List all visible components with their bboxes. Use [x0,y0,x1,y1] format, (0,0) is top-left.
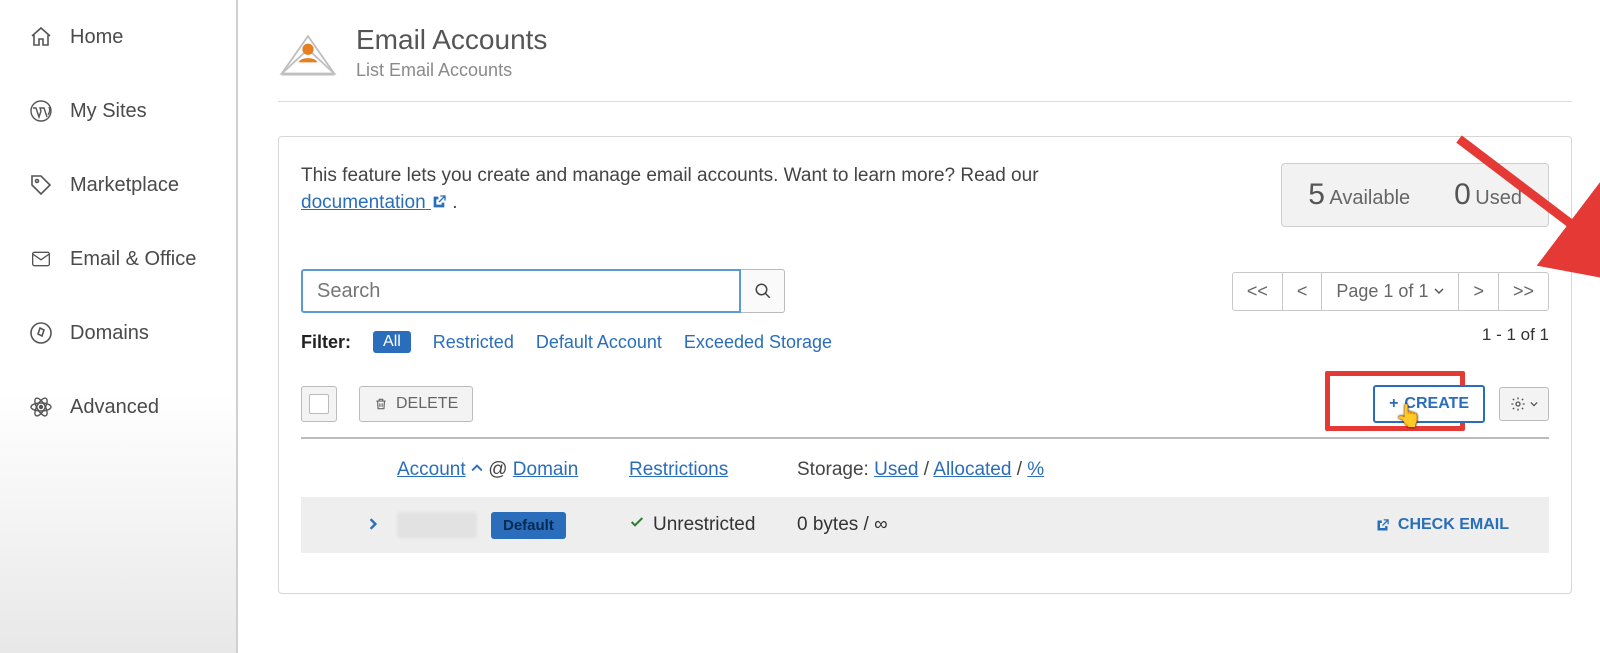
home-icon [28,24,54,50]
sort-used[interactable]: Used [874,459,918,480]
settings-button[interactable] [1499,387,1549,421]
filter-row: Filter: All Restricted Default Account E… [301,331,1549,353]
default-badge: Default [491,512,566,539]
filter-label: Filter: [301,332,351,353]
documentation-link[interactable]: documentation [301,192,447,213]
sidebar-item-label: Home [70,26,123,49]
sidebar-item-label: My Sites [70,100,147,123]
caret-down-icon [1434,286,1444,296]
page-header: Email Accounts List Email Accounts [278,24,1572,102]
select-all-checkbox[interactable] [301,386,337,422]
email-accounts-icon [278,28,338,78]
search-button[interactable] [741,269,785,313]
table-row: Default Unrestricted 0 bytes / ∞ CHECK E… [301,497,1549,553]
sort-percent[interactable]: % [1027,459,1044,480]
main-content: Email Accounts List Email Accounts This … [238,0,1600,653]
page-indicator[interactable]: Page 1 of 1 [1321,272,1459,311]
sidebar-item-label: Marketplace [70,174,179,197]
filter-default[interactable]: Default Account [536,332,662,353]
create-button[interactable]: + CREATE 👆 [1373,385,1485,423]
page-next-button[interactable]: > [1458,272,1499,311]
check-icon [629,514,645,536]
sidebar-item-advanced[interactable]: Advanced [0,370,236,444]
page-prev-button[interactable]: < [1282,272,1323,311]
page-first-button[interactable]: << [1232,272,1283,311]
tag-icon [28,172,54,198]
result-range: 1 - 1 of 1 [1482,325,1549,345]
sidebar-item-marketplace[interactable]: Marketplace [0,148,236,222]
expand-row-button[interactable] [367,514,397,536]
account-name-redacted [397,512,477,538]
envelope-icon [28,246,54,272]
sort-domain[interactable]: Domain [513,459,578,480]
filter-all[interactable]: All [373,331,411,353]
sidebar-item-domains[interactable]: Domains [0,296,236,370]
account-counts: 5 Available 0 Used [1281,163,1549,227]
page-subtitle: List Email Accounts [356,60,547,81]
search-input[interactable] [301,269,741,313]
sidebar-item-label: Email & Office [70,248,196,271]
table-header: Account @ Domain Restrictions Storage: U… [301,439,1549,497]
sidebar-item-email-office[interactable]: Email & Office [0,222,236,296]
delete-button[interactable]: DELETE [359,386,473,422]
external-link-icon [431,194,447,210]
intro-text: This feature lets you create and manage … [301,163,1121,216]
atom-icon [28,394,54,420]
caret-down-icon [1530,400,1538,408]
sidebar: Home My Sites Marketplace Email & Office… [0,0,238,653]
sort-restrictions[interactable]: Restrictions [629,459,728,480]
page-title: Email Accounts [356,24,547,56]
used-count: 0 [1454,178,1471,211]
external-link-icon [1375,518,1390,533]
trash-icon [374,397,388,411]
compass-icon [28,320,54,346]
restriction-value: Unrestricted [653,514,755,536]
pagination: << < Page 1 of 1 > >> [1233,272,1549,311]
sidebar-item-label: Advanced [70,396,159,419]
sidebar-item-label: Domains [70,322,149,345]
plus-icon: + [1389,395,1398,413]
check-email-link[interactable]: CHECK EMAIL [1375,516,1509,534]
available-count: 5 [1308,178,1325,211]
search-group [301,269,785,313]
email-accounts-panel: This feature lets you create and manage … [278,136,1572,594]
chevron-right-icon [367,518,379,530]
sort-asc-icon [471,462,483,474]
action-bar: DELETE + CREATE 👆 [301,385,1549,439]
search-icon [754,282,772,300]
filter-exceeded[interactable]: Exceeded Storage [684,332,832,353]
sidebar-item-mysites[interactable]: My Sites [0,74,236,148]
storage-value: 0 bytes / ∞ [797,514,1097,536]
page-last-button[interactable]: >> [1498,272,1549,311]
wordpress-icon [28,98,54,124]
filter-restricted[interactable]: Restricted [433,332,514,353]
sort-account[interactable]: Account [397,459,466,480]
gear-icon [1510,396,1526,412]
sort-allocated[interactable]: Allocated [933,459,1011,480]
sidebar-item-home[interactable]: Home [0,0,236,74]
